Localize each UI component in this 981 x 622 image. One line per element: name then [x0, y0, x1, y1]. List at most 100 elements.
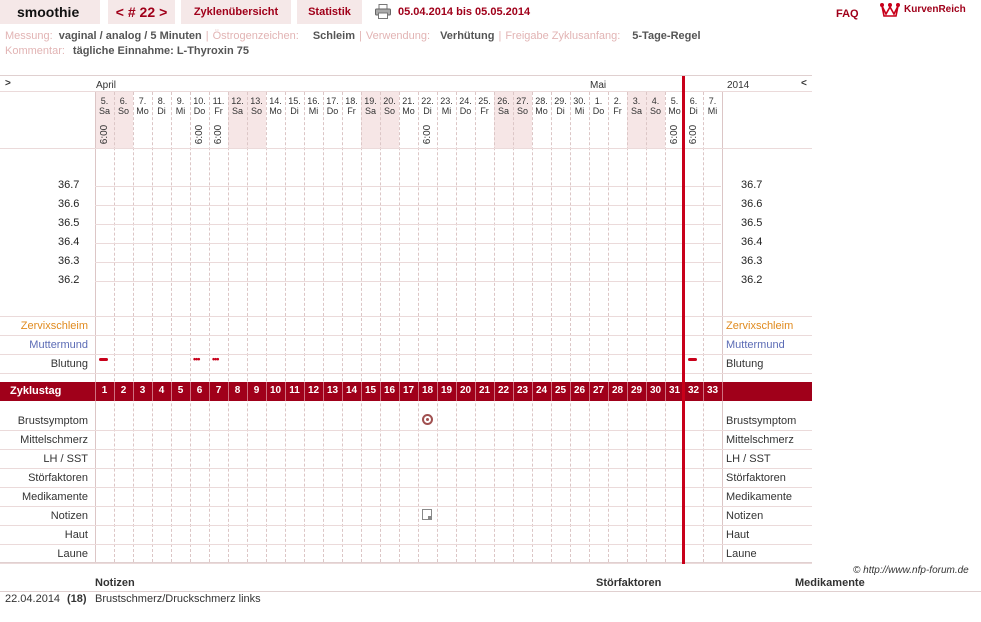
cycle-day-number: 7 [215, 385, 222, 396]
day-gridline [608, 92, 609, 562]
row-divider [0, 354, 812, 355]
separator: | [205, 30, 209, 42]
day-header[interactable]: 16. Mi [304, 96, 323, 116]
day-header[interactable]: 10. Do [190, 96, 209, 116]
day-header[interactable]: 6. So [114, 96, 133, 116]
temp-gridline [95, 224, 721, 225]
next-cycle-button[interactable]: > [155, 4, 171, 20]
day-header[interactable]: 4. So [646, 96, 665, 116]
measurement-time: 6:00 [209, 122, 228, 146]
day-gridline [456, 92, 457, 562]
day-gridline [551, 92, 552, 562]
day-gridline [418, 92, 419, 562]
scroll-right-button[interactable]: < [801, 78, 807, 89]
day-header[interactable]: 20. So [380, 96, 399, 116]
bleeding-marker [99, 358, 108, 361]
cycle-day-divider [190, 382, 191, 401]
year-label: 2014 [727, 80, 750, 91]
temp-axis-label: 36.2 [58, 274, 80, 286]
day-header[interactable]: 12. Sa [228, 96, 247, 116]
day-gridline [437, 92, 438, 562]
weekday: Sa [364, 106, 376, 116]
day-header[interactable]: 25. Fr [475, 96, 494, 116]
day-header[interactable]: 29. Di [551, 96, 570, 116]
day-header[interactable]: 2. Fr [608, 96, 627, 116]
symptom-row-label: Mittelschmerz [20, 434, 88, 446]
tab-cycle-overview[interactable]: Zyklenübersicht [181, 0, 291, 24]
day-header[interactable]: 15. Di [285, 96, 304, 116]
weekday: Fr [480, 106, 489, 116]
scroll-left-button[interactable]: > [5, 78, 11, 89]
symptom-row-label: Brustsymptom [17, 415, 88, 427]
day-header[interactable]: 14. Mo [266, 96, 285, 116]
tab-statistics[interactable]: Statistik [297, 0, 362, 24]
cycle-day-number: 24 [535, 385, 548, 396]
breast-symptom-icon[interactable] [422, 414, 433, 425]
day-header[interactable]: 24. Do [456, 96, 475, 116]
day-gridline [665, 92, 666, 562]
brand-logo[interactable]: KurvenReich [880, 2, 966, 20]
note-text: Brustschmerz/Druckschmerz links [95, 593, 261, 605]
day-header[interactable]: 11. Fr [209, 96, 228, 116]
day-gridline [152, 92, 153, 562]
separator: | [498, 30, 502, 42]
day-gridline [627, 92, 628, 562]
faq-link[interactable]: FAQ [836, 8, 859, 20]
symptom-row-label: Laune [57, 548, 88, 560]
day-header[interactable]: 18. Fr [342, 96, 361, 116]
cycle-day-number: 2 [120, 385, 127, 396]
day-header[interactable]: 9. Mi [171, 96, 190, 116]
day-header[interactable]: 1. Do [589, 96, 608, 116]
temp-axis-label: 36.4 [58, 236, 80, 248]
day-header[interactable]: 27. So [513, 96, 532, 116]
day-gridline [304, 92, 305, 562]
date-range: 05.04.2014 bis 05.05.2014 [398, 6, 531, 18]
cycle-day-number: 9 [253, 385, 260, 396]
day-gridline [361, 92, 362, 562]
day-header[interactable]: 28. Mo [532, 96, 551, 116]
temp-gridline [95, 262, 721, 263]
measurement-time: 6:00 [95, 122, 114, 146]
day-gridline [532, 92, 533, 562]
symptom-row-divider [0, 563, 812, 564]
day-gridline [570, 92, 571, 562]
cycle-day-number: 11 [289, 385, 300, 396]
day-number: 14. [269, 96, 282, 106]
temp-axis-label-right: 36.7 [741, 179, 763, 191]
day-header[interactable]: 3. Sa [627, 96, 646, 116]
cycle-day-divider [247, 382, 248, 401]
weekday: Mo [136, 106, 149, 116]
cycle-day-number: 25 [554, 385, 567, 396]
printer-icon[interactable] [375, 4, 391, 19]
day-number: 16. [307, 96, 320, 106]
day-header[interactable]: 26. Sa [494, 96, 513, 116]
day-gridline [513, 92, 514, 562]
day-header[interactable]: 8. Di [152, 96, 171, 116]
day-header[interactable]: 21. Mo [399, 96, 418, 116]
day-header[interactable]: 22. Di [418, 96, 437, 116]
day-header[interactable]: 19. Sa [361, 96, 380, 116]
day-number: 17. [326, 96, 339, 106]
day-header[interactable]: 7. Mo [133, 96, 152, 116]
day-gridline [133, 92, 134, 562]
day-header[interactable]: 5. Sa [95, 96, 114, 116]
cycle-day-divider [494, 382, 495, 401]
cycle-day-number: 14 [345, 385, 358, 396]
day-header[interactable]: 7. Mi [703, 96, 722, 116]
symptom-row-label-right: Notizen [726, 510, 764, 522]
note-icon[interactable] [422, 509, 432, 520]
day-header[interactable]: 23. Mi [437, 96, 456, 116]
cycle-day-number: 3 [139, 385, 146, 396]
day-header[interactable]: 30. Mi [570, 96, 589, 116]
day-header[interactable]: 13. So [247, 96, 266, 116]
weekday: Mi [441, 106, 452, 116]
day-header[interactable]: 6. Di [684, 96, 703, 116]
cycle-day-number: 13 [326, 385, 339, 396]
cycle-day-divider [551, 382, 552, 401]
day-number: 13. [250, 96, 263, 106]
day-gridline [114, 92, 115, 562]
temp-gridline [95, 243, 721, 244]
day-gridline [228, 92, 229, 562]
prev-cycle-button[interactable]: < [112, 4, 128, 20]
day-header[interactable]: 17. Do [323, 96, 342, 116]
